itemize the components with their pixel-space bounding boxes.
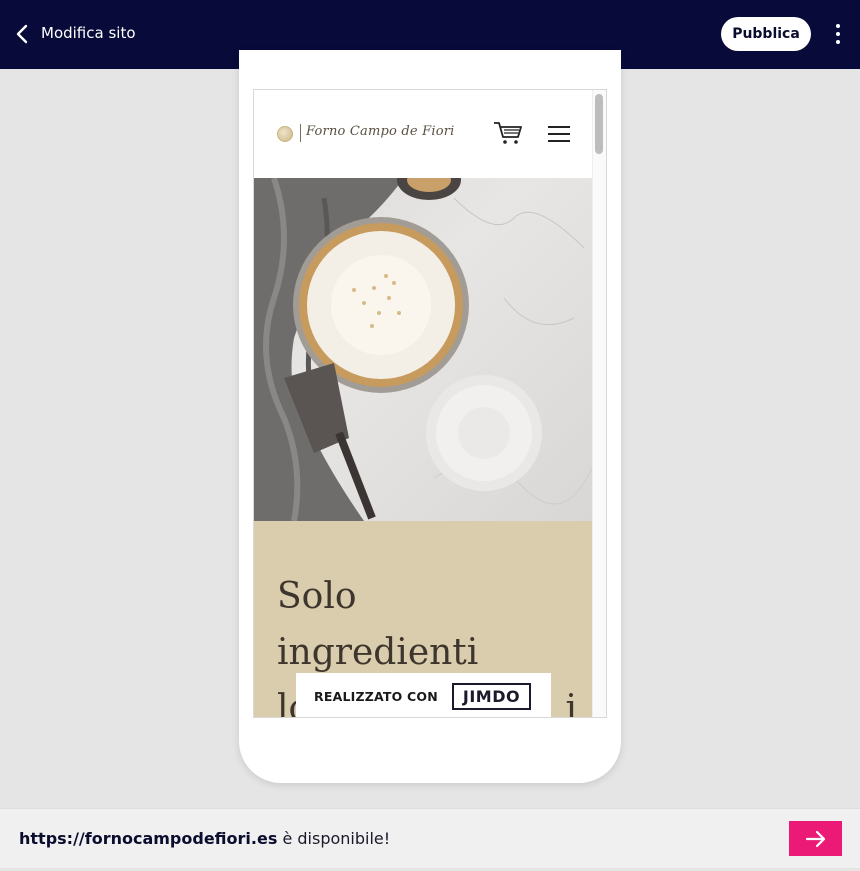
more-vertical-icon[interactable]: [826, 20, 850, 48]
hero-pie-image: [254, 178, 592, 521]
domain-link[interactable]: https://fornocampodefiori.es: [19, 829, 277, 848]
cart-icon[interactable]: [492, 120, 524, 146]
chevron-left-icon[interactable]: [8, 20, 36, 48]
scrollbar[interactable]: [592, 90, 606, 717]
arrow-right-icon[interactable]: [789, 821, 842, 856]
jimdo-logo: JIMDO: [451, 682, 532, 710]
domain-status: è disponibile!: [277, 829, 391, 848]
site-header: Forno Campo de Fiori: [254, 90, 592, 178]
domain-banner: https://fornocampodefiori.es è disponibi…: [0, 808, 860, 868]
logo-icon: [277, 126, 293, 142]
made-with-jimdo-badge[interactable]: REALIZZATO CON JIMDO: [296, 673, 551, 717]
headline-line: Solo: [277, 576, 357, 617]
logo-divider: [300, 124, 301, 142]
domain-message: https://fornocampodefiori.es è disponibi…: [19, 829, 390, 848]
page-title: Modifica sito: [41, 24, 136, 42]
scrollbar-thumb[interactable]: [595, 94, 603, 154]
hamburger-menu-icon[interactable]: [548, 126, 570, 142]
site-preview[interactable]: Forno Campo de Fiori Solo ingredienti lo…: [253, 89, 607, 718]
headline-line-tail: i: [565, 688, 577, 718]
publish-button[interactable]: Pubblica: [721, 17, 811, 51]
badge-text: REALIZZATO CON: [314, 688, 438, 704]
site-name[interactable]: Forno Campo de Fiori: [306, 124, 455, 139]
